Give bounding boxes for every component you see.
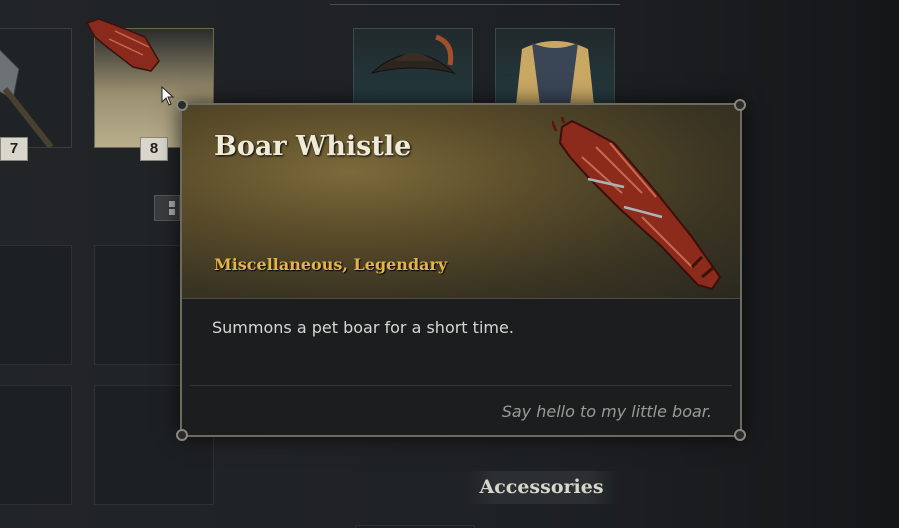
inventory-slot[interactable] [0,245,72,365]
item-title: Boar Whistle [214,131,412,162]
corner-ornament [734,99,746,111]
mouse-cursor-icon [161,86,175,106]
tooltip-header: Boar Whistle Miscellaneous, Legendary [182,105,740,299]
inventory-slot-7[interactable] [0,28,72,148]
top-divider [330,0,620,5]
boar-whistle-small-icon [85,18,160,72]
boar-whistle-icon [552,117,722,291]
corner-ornament [176,429,188,441]
coat-icon [516,41,594,105]
inventory-screen: 7 8 Accessories Boar Whistle Miscellaneo… [0,0,899,528]
item-category-rarity: Miscellaneous, Legendary [214,255,448,274]
tooltip-divider [190,385,732,386]
corner-ornament [176,99,188,111]
equipment-slot-chest[interactable] [495,28,615,106]
slot-7-count: 7 [0,137,28,161]
tricorn-hat-icon [370,34,456,74]
item-tooltip: Boar Whistle Miscellaneous, Legendary Su… [176,99,746,441]
shovel-icon [0,49,54,147]
sort-button[interactable] [154,195,180,221]
inventory-slot[interactable] [0,385,72,505]
corner-ornament [734,429,746,441]
accessories-section-label: Accessories [464,471,619,504]
slot-8-count: 8 [140,137,168,161]
item-description: Summons a pet boar for a short time. [212,318,514,337]
equipment-slot-hat[interactable] [353,28,473,106]
item-flavor-text: Say hello to my little boar. [501,402,712,421]
